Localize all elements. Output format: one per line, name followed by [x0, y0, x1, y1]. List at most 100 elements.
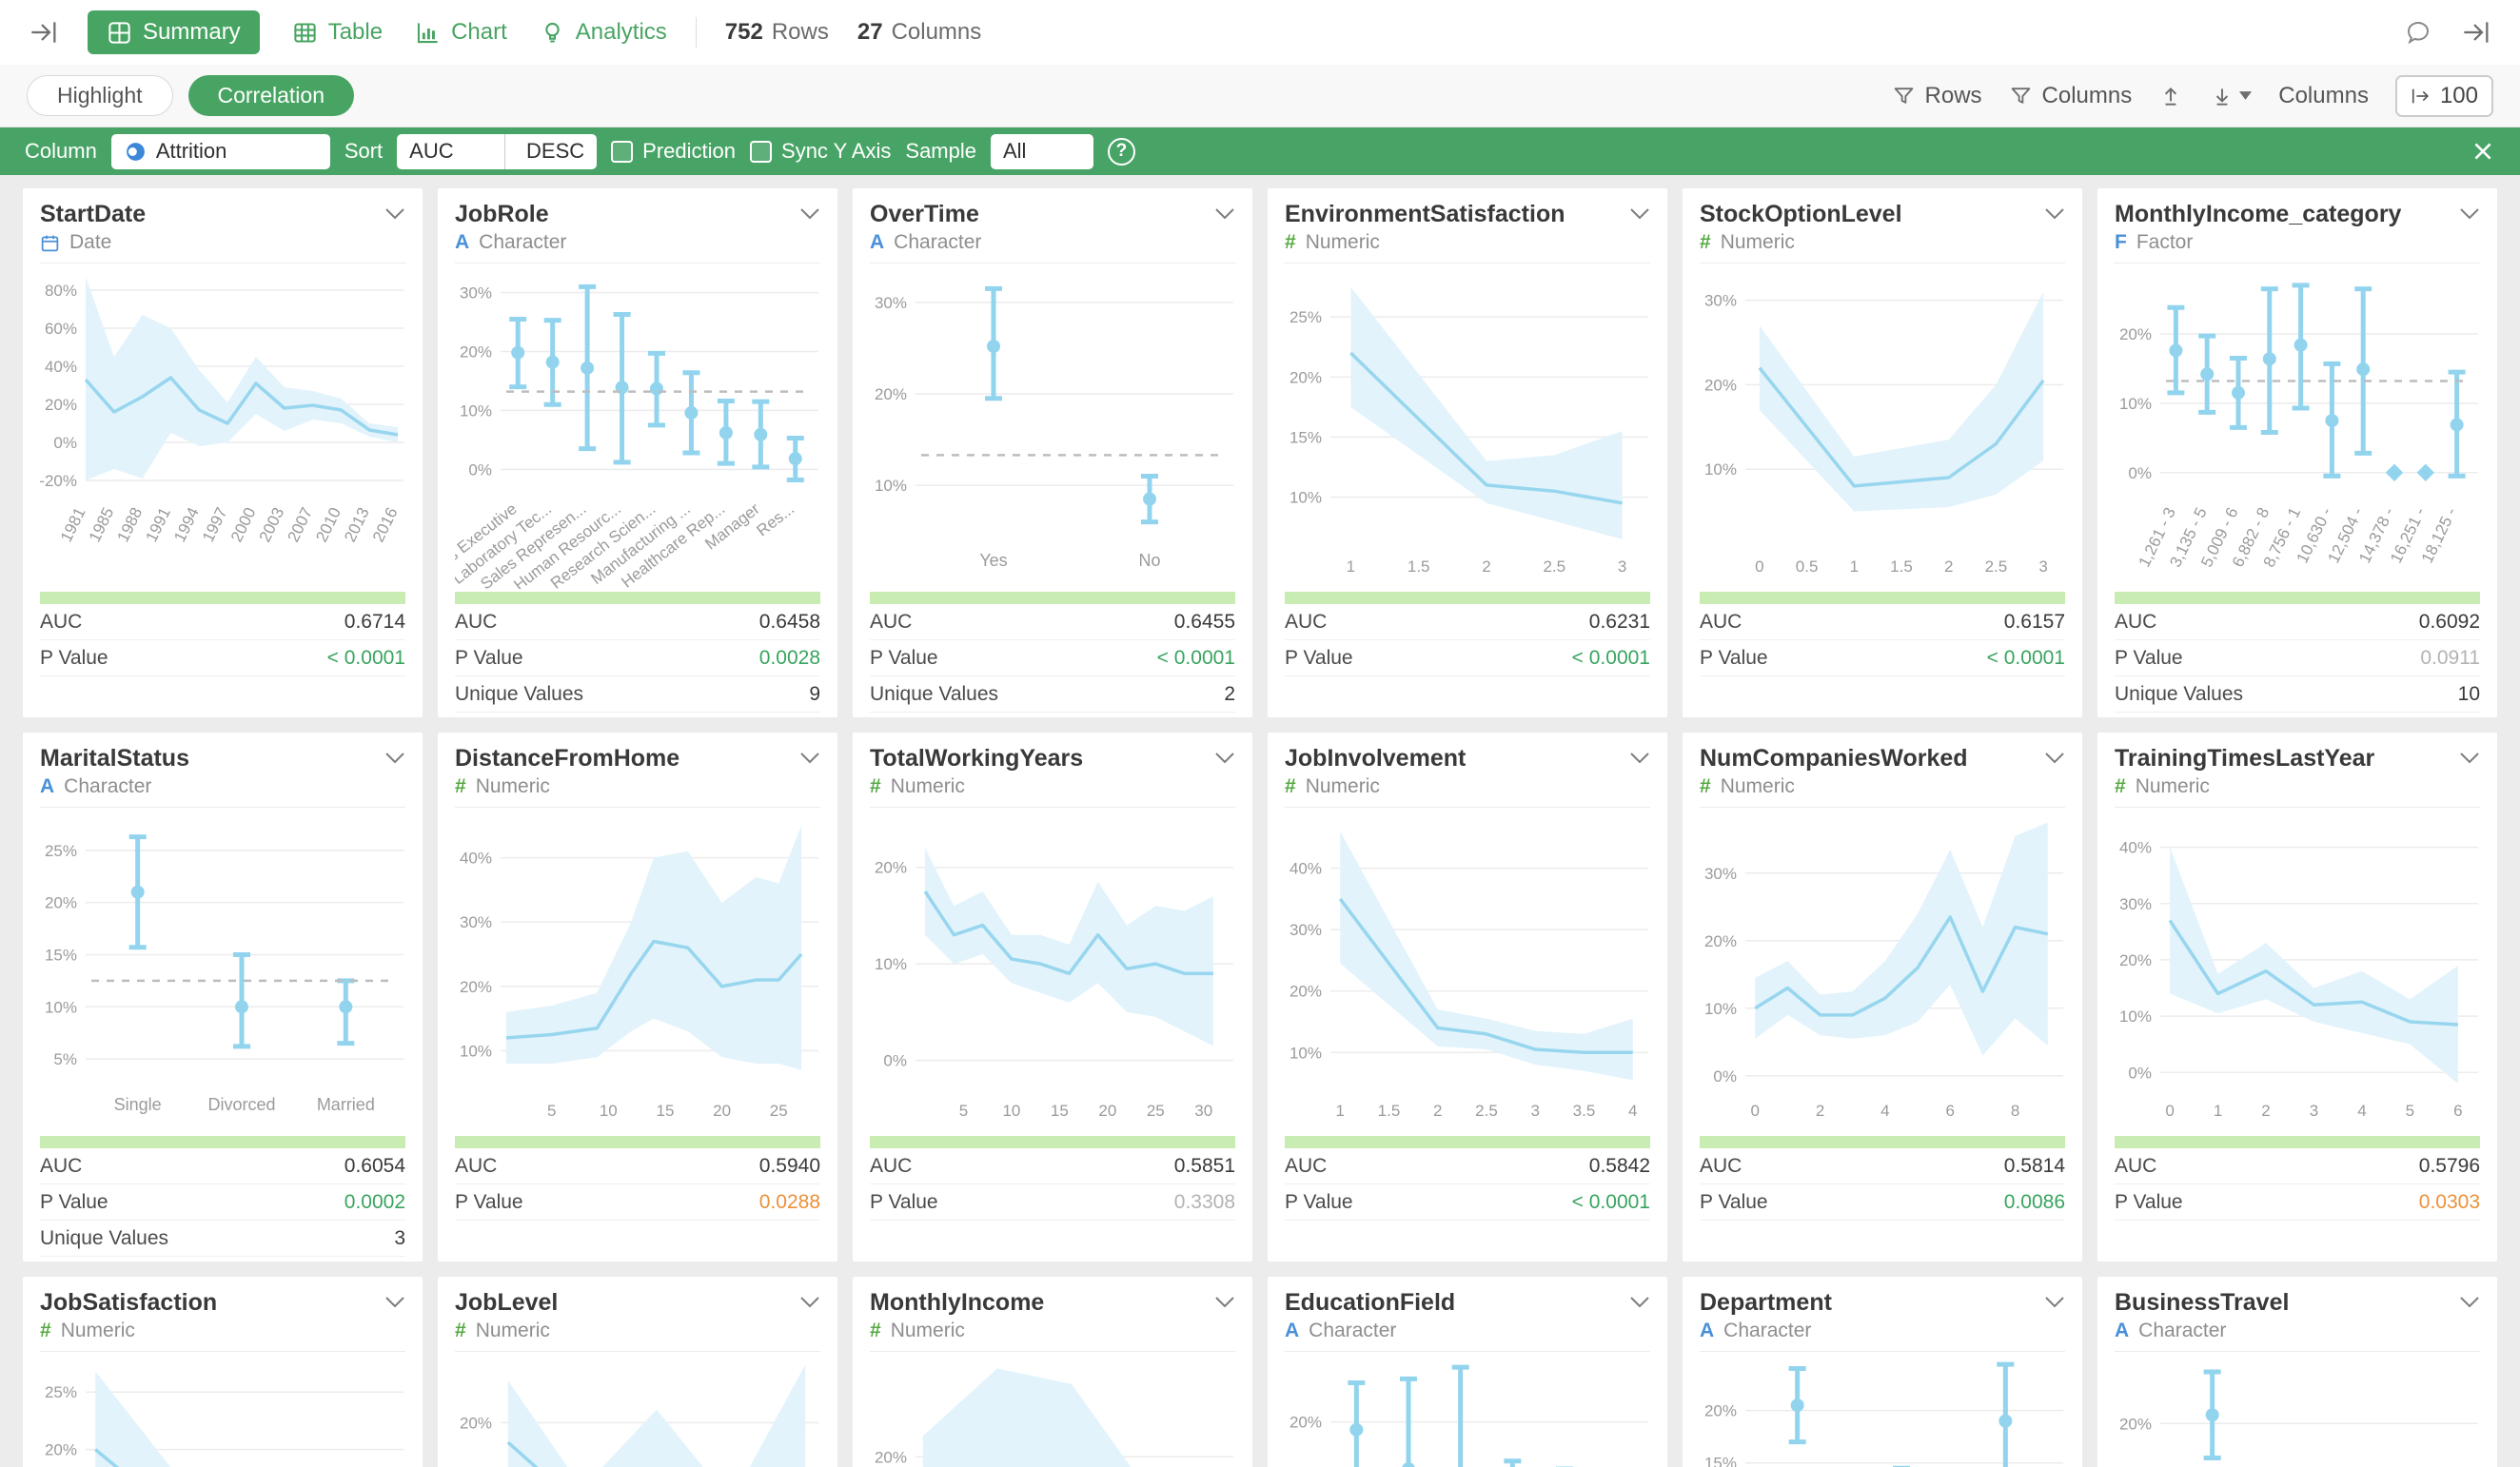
tab-analytics[interactable]: Analytics — [540, 19, 667, 46]
svg-text:15: 15 — [656, 1102, 674, 1120]
column-card: NumCompaniesWorked #Numeric 0%10%20%30%0… — [1683, 733, 2082, 1262]
svg-text:10: 10 — [600, 1102, 618, 1120]
column-card: MonthlyIncome_category FFactor 0%10%20%1… — [2097, 188, 2497, 717]
column-chart: 10%15%20%25%11.522.53 — [1285, 264, 1650, 589]
column-type-label: Numeric — [1721, 231, 1795, 254]
collapse-left-panel-icon[interactable] — [29, 17, 59, 48]
chevron-down-icon[interactable] — [1629, 207, 1650, 221]
column-chart: 5%10%15%20%25%SingleDivorcedMarried — [40, 808, 405, 1133]
prediction-checkbox[interactable] — [611, 141, 633, 163]
tab-chart-label: Chart — [451, 19, 507, 46]
stat-row: P Value0.0288 — [455, 1184, 820, 1221]
hash-icon: # — [1700, 775, 1711, 798]
svg-text:25: 25 — [1147, 1102, 1165, 1120]
summary-view: StartDate Date -20%0%20%40%60%80%1981198… — [0, 175, 2520, 1467]
chevron-down-icon[interactable] — [384, 207, 405, 221]
stat-value: 0.5940 — [759, 1155, 820, 1178]
sort-select[interactable]: AUC DESC — [397, 134, 597, 169]
column-select[interactable]: Attrition — [111, 134, 330, 169]
chevron-down-icon[interactable] — [799, 207, 820, 221]
chevron-down-icon[interactable] — [799, 1296, 820, 1309]
column-type: #Numeric — [40, 1320, 405, 1352]
stat-row: P Value0.0028 — [455, 640, 820, 676]
letter-A-icon: A — [2115, 1320, 2129, 1342]
comment-bubble-icon[interactable] — [2404, 18, 2432, 47]
chevron-down-icon[interactable] — [1629, 752, 1650, 765]
stat-label: AUC — [2115, 1155, 2156, 1178]
column-type: ACharacter — [40, 775, 405, 808]
chevron-down-icon[interactable] — [2044, 1296, 2065, 1309]
funnel-icon — [1892, 84, 1916, 108]
svg-text:5: 5 — [959, 1102, 968, 1120]
column-card: StockOptionLevel #Numeric 10%20%30%00.51… — [1683, 188, 2082, 717]
columns-limit-box[interactable]: 100 — [2395, 75, 2493, 117]
svg-text:0%: 0% — [468, 460, 492, 479]
chevron-down-icon[interactable] — [384, 1296, 405, 1309]
stat-value: 9 — [809, 683, 820, 706]
help-icon[interactable]: ? — [1108, 138, 1135, 166]
tab-chart[interactable]: Chart — [415, 19, 507, 46]
stat-label: P Value — [455, 1191, 523, 1214]
collapse-right-panel-icon[interactable] — [2461, 17, 2491, 48]
svg-text:No: No — [1138, 551, 1160, 570]
filter-columns-button[interactable]: Columns — [2009, 83, 2133, 109]
toolbar-divider — [696, 17, 697, 48]
tab-table[interactable]: Table — [292, 19, 383, 46]
sort-select-value[interactable]: AUC — [397, 139, 496, 164]
highlight-button[interactable]: Highlight — [27, 75, 173, 116]
svg-text:5: 5 — [547, 1102, 556, 1120]
chevron-down-icon[interactable] — [1214, 752, 1235, 765]
stat-label: AUC — [455, 1155, 497, 1178]
column-type-label: Character — [64, 775, 151, 798]
svg-text:20%: 20% — [1290, 1414, 1322, 1432]
correlation-settings-bar: Column Attrition Sort AUC DESC Predictio… — [0, 127, 2520, 175]
sample-label: Sample — [905, 139, 976, 164]
calendar-icon — [40, 233, 60, 253]
svg-text:20%: 20% — [45, 894, 77, 912]
column-type: ACharacter — [2115, 1320, 2480, 1352]
chevron-down-icon[interactable] — [384, 752, 405, 765]
filter-rows-button[interactable]: Rows — [1892, 83, 1982, 109]
svg-text:3: 3 — [1618, 557, 1626, 576]
stat-row: Unique Values2 — [870, 676, 1235, 713]
stat-label: P Value — [870, 1191, 938, 1214]
column-type: #Numeric — [1700, 231, 2065, 264]
download-icon[interactable] — [2210, 84, 2252, 108]
stat-row: Unique Values9 — [455, 676, 820, 713]
chevron-down-icon[interactable] — [1214, 207, 1235, 221]
chevron-down-icon[interactable] — [1214, 1296, 1235, 1309]
chevron-down-icon[interactable] — [2044, 752, 2065, 765]
tab-summary[interactable]: Summary — [88, 10, 260, 54]
column-card: JobRole ACharacter 0%10%20%30%Sales Exec… — [438, 188, 837, 717]
sample-select[interactable]: All — [991, 134, 1093, 169]
chevron-down-icon[interactable] — [1629, 1296, 1650, 1309]
chevron-down-icon[interactable] — [2459, 752, 2480, 765]
view-tabs: Summary Table Chart Analytics — [88, 10, 667, 54]
chevron-down-icon[interactable] — [2459, 1296, 2480, 1309]
stat-row: P Value0.0303 — [2115, 1184, 2480, 1221]
svg-text:20%: 20% — [460, 1414, 492, 1432]
svg-text:30%: 30% — [460, 284, 492, 303]
upload-icon[interactable] — [2158, 84, 2183, 108]
svg-text:1.5: 1.5 — [1408, 557, 1430, 576]
letter-A-icon: A — [870, 231, 884, 254]
svg-text:2007: 2007 — [284, 504, 316, 544]
sync-y-axis-checkbox[interactable] — [750, 141, 772, 163]
column-title: EnvironmentSatisfaction — [1285, 200, 1565, 228]
lightbulb-icon — [540, 20, 565, 46]
tab-table-label: Table — [328, 19, 383, 46]
column-type: FFactor — [2115, 231, 2480, 264]
svg-text:60%: 60% — [45, 320, 77, 338]
stat-value: 0.0028 — [759, 647, 820, 670]
chevron-down-icon[interactable] — [2044, 207, 2065, 221]
row-count: 752Rows — [725, 19, 829, 46]
correlation-button[interactable]: Correlation — [188, 75, 355, 116]
svg-text:10%: 10% — [2119, 1007, 2152, 1026]
sort-direction-value[interactable]: DESC — [514, 139, 597, 164]
svg-text:20%: 20% — [1290, 368, 1322, 386]
chevron-down-icon[interactable] — [799, 752, 820, 765]
chevron-down-icon[interactable] — [2459, 207, 2480, 221]
column-chart: 5%10%15%20% — [1700, 1352, 2065, 1467]
stat-value: 0.0002 — [345, 1191, 405, 1214]
close-icon[interactable] — [2471, 139, 2495, 164]
